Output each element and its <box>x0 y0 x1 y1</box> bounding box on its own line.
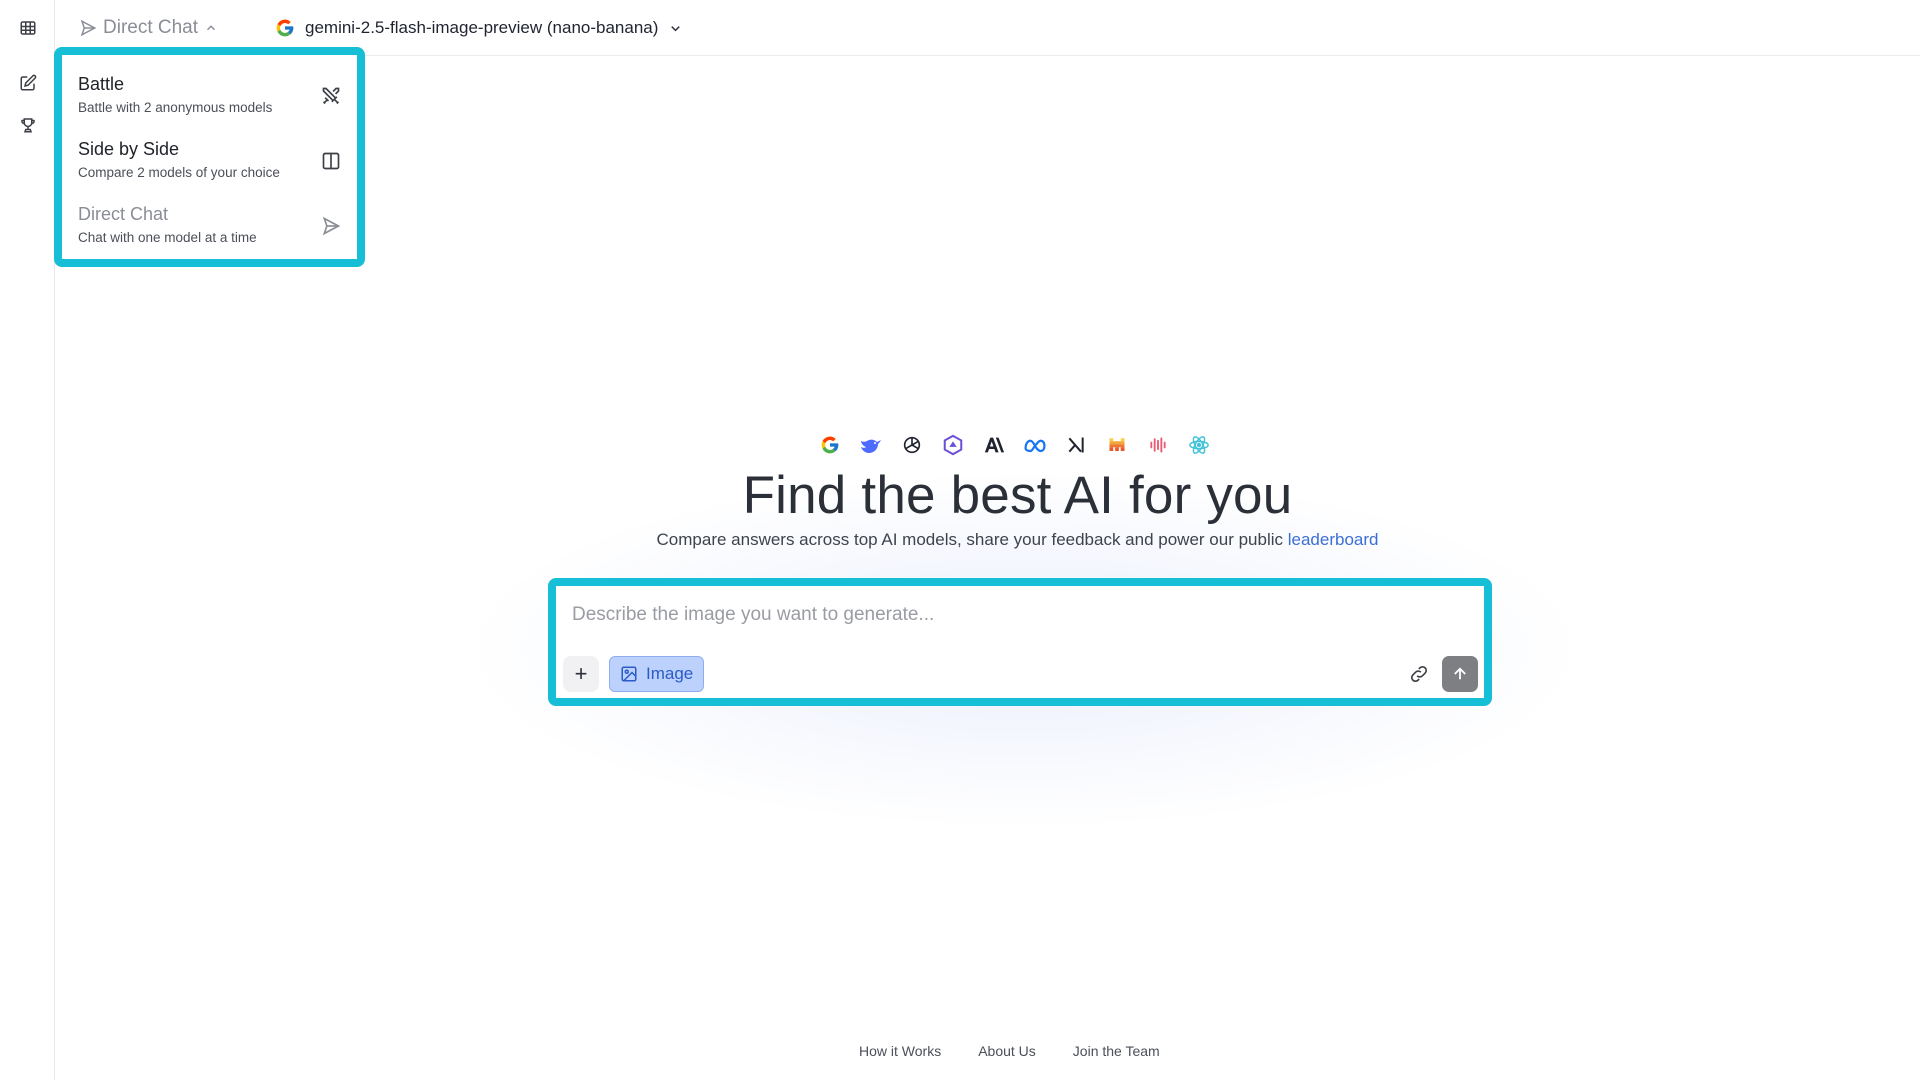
minimax-logo <box>1146 433 1170 457</box>
google-logo-icon <box>276 19 294 37</box>
footer-link-join-the-team[interactable]: Join the Team <box>1073 1043 1160 1059</box>
chevron-up-icon <box>207 25 216 31</box>
provider-logos <box>818 432 1211 458</box>
hero-title: Find the best AI for you <box>742 466 1293 525</box>
arrow-up-icon <box>1454 667 1466 680</box>
hero-subtitle: Compare answers across top AI models, sh… <box>0 530 1920 550</box>
image-mode-button[interactable]: Image <box>609 656 705 692</box>
prompt-input[interactable] <box>572 600 1452 630</box>
chevron-down-icon <box>671 25 681 31</box>
footer-links: How it Works About Us Join the Team <box>859 1043 1160 1059</box>
menu-item-direct-chat[interactable]: Direct Chat Chat with one model at a tim… <box>78 194 353 254</box>
leaderboard-link[interactable]: leaderboard <box>1288 530 1379 549</box>
mode-selector[interactable]: Direct Chat <box>79 14 218 42</box>
send-icon <box>322 216 341 236</box>
google-logo <box>818 433 842 457</box>
link-icon <box>1410 665 1428 683</box>
plus-icon: + <box>574 661 588 686</box>
meta-logo <box>1023 433 1047 457</box>
menu-item-title: Side by Side <box>78 139 180 159</box>
model-label: gemini-2.5-flash-image-preview (nano-ban… <box>305 18 659 37</box>
menu-item-desc: Chat with one model at a time <box>78 230 257 245</box>
model-selector[interactable]: gemini-2.5-flash-image-preview (nano-ban… <box>275 14 683 42</box>
send-icon <box>80 19 97 37</box>
new-chat-icon[interactable] <box>14 69 42 97</box>
menu-item-side-by-side[interactable]: Side by Side Compare 2 models of your ch… <box>78 129 353 189</box>
react-logo <box>1187 433 1211 457</box>
image-mode-label: Image <box>646 664 694 683</box>
openai-logo <box>900 433 924 457</box>
mistral-logo <box>1105 433 1129 457</box>
prompt-box: + Image <box>548 578 1492 706</box>
trophy-icon[interactable] <box>14 111 42 139</box>
anthropic-logo <box>982 433 1006 457</box>
footer-link-how-it-works[interactable]: How it Works <box>859 1043 941 1059</box>
menu-item-title: Direct Chat <box>78 204 169 224</box>
qwen-logo <box>941 433 965 457</box>
add-attachment-button[interactable]: + <box>563 656 599 692</box>
image-icon <box>621 666 637 682</box>
send-button[interactable] <box>1442 656 1478 692</box>
attach-link-button[interactable] <box>1404 659 1434 689</box>
footer-link-about-us[interactable]: About Us <box>978 1043 1036 1059</box>
menu-item-title: Battle <box>78 74 125 94</box>
menu-item-battle[interactable]: Battle Battle with 2 anonymous models <box>78 64 353 124</box>
menu-item-desc: Battle with 2 anonymous models <box>78 100 273 115</box>
xai-logo <box>1064 433 1088 457</box>
mode-label: Direct Chat <box>103 17 199 38</box>
leaderboard-table-icon[interactable] <box>14 14 42 42</box>
mode-dropdown-menu: Battle Battle with 2 anonymous models Si… <box>54 47 365 267</box>
menu-item-desc: Compare 2 models of your choice <box>78 165 280 180</box>
split-panel-icon <box>322 152 340 170</box>
hero-subtitle-text: Compare answers across top AI models, sh… <box>656 530 1288 549</box>
crossed-swords-icon <box>322 87 340 105</box>
deepseek-logo <box>859 433 883 457</box>
